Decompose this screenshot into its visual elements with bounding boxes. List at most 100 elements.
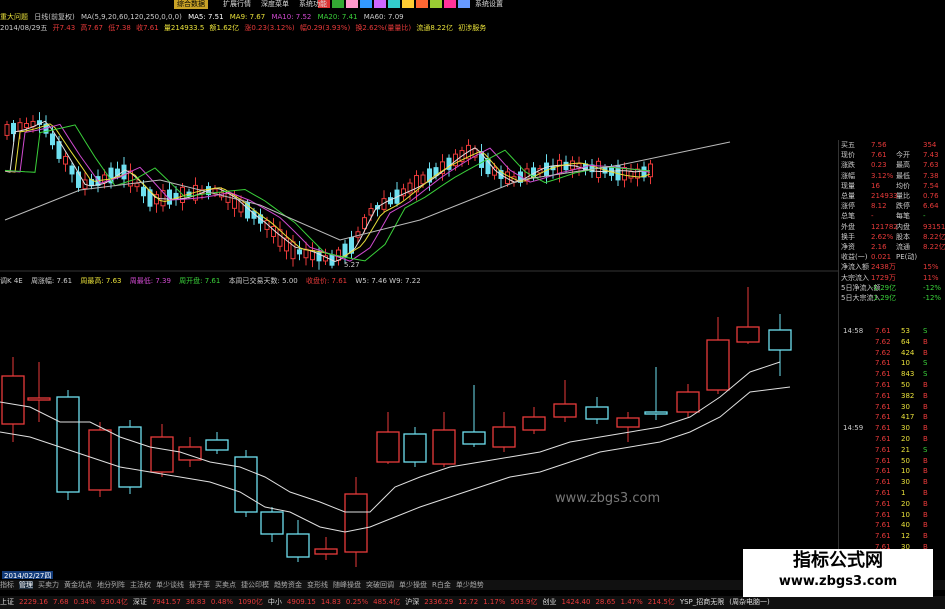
quote-value-2: 7.38 (923, 171, 939, 180)
quote-value-2: 7.54 (923, 181, 939, 190)
tick-price: 7.61 (875, 370, 891, 379)
tick-price: 7.61 (875, 327, 891, 335)
quote-value: 7.56 (871, 141, 887, 149)
indicator-tab[interactable]: 变形线 (307, 581, 328, 589)
quote-value-2: -12% (923, 294, 942, 302)
quote-value: - (871, 212, 874, 221)
toolbar-chip[interactable] (402, 0, 414, 8)
tick-row: 7.61 21 S (841, 445, 944, 455)
quote-label: 现价 (841, 151, 855, 160)
site-watermark-text: www.zbgs3.com (555, 491, 661, 506)
indicator-tab[interactable]: 操子率 (189, 581, 210, 589)
toolbar-button-系统功能[interactable]: 系统功能 (296, 0, 330, 9)
toolbar-chip[interactable] (416, 0, 428, 8)
tick-row: 14:59 7.61 30 B (841, 423, 944, 433)
toolbar-button-系统设置[interactable]: 系统设置 (472, 0, 506, 9)
quote-value-2: -12% (923, 283, 942, 292)
toolbar-chip[interactable] (360, 0, 372, 8)
tick-side: B (923, 510, 928, 519)
quote-row: 总笔 - 每笔 - (841, 211, 944, 221)
quote-row: 涨幅 3.12% 最低 7.38 (841, 171, 944, 181)
indicator-tab[interactable]: 单少操盘 (399, 581, 427, 589)
indicator-tab[interactable]: R白金 (432, 581, 451, 589)
quote-row: 换手 2.62% 股本 8.22亿 (841, 232, 945, 242)
quote-label-2: 今开 (896, 151, 910, 160)
tick-side: B (923, 532, 928, 541)
indicator-tab[interactable]: 买卖力 (38, 581, 59, 589)
quote-label: 现量 (841, 181, 855, 190)
indicator-tab[interactable]: 随峰操盘 (333, 581, 361, 589)
quote-row: 5日大宗流入 -1.29亿 -12% (841, 293, 944, 303)
indicator-tab[interactable]: 地分列阵 (97, 581, 125, 589)
toolbar-button-深度[interactable]: 深度菜单 (258, 0, 292, 9)
quote-label-2: 均价 (896, 181, 910, 190)
quote-row: 净流入额 2438万 15% (841, 262, 944, 272)
toolbar-button-扩展[interactable]: 扩展行情 (220, 0, 254, 9)
toolbar-chip[interactable] (346, 0, 358, 8)
weekly-candle-body (492, 426, 516, 448)
toolbar-chip[interactable] (374, 0, 386, 8)
candle-body (4, 124, 10, 136)
stock-name[interactable]: 重大问题 (0, 13, 28, 21)
candle-body (76, 171, 81, 188)
weekly-candlestick-chart[interactable] (0, 272, 838, 572)
toolbar-chip[interactable] (332, 0, 344, 8)
indicator-tab[interactable]: 捷公印模 (241, 581, 269, 589)
watermark-url: www.zbgs3.com (778, 574, 898, 589)
indicator-tab[interactable]: 突破回调 (366, 581, 394, 589)
ma9-line (4, 123, 651, 258)
quote-label: 大宗流入 (841, 273, 869, 282)
quote-panel: 买五 7.56 354 现价 7.61 今开 7.43 涨跌 0.23 最高 7.63 涨幅 3.12%… (838, 140, 945, 580)
tick-volume: 30 (901, 478, 910, 487)
weekly-candle-body (1, 375, 25, 425)
tick-volume: 50 (901, 381, 910, 389)
quote-value: 2438万 (871, 263, 896, 272)
candle-body (628, 171, 634, 179)
quote-value: -1.29亿 (871, 294, 897, 302)
weekly-candle-body (676, 391, 700, 413)
toolbar-chip[interactable] (388, 0, 400, 8)
indicator-tab[interactable]: 管理 (19, 581, 33, 589)
indicator-tab[interactable]: 指标 (0, 581, 14, 589)
quote-value-2: 8.22亿 (923, 243, 945, 251)
tick-volume: 10 (901, 467, 910, 476)
indicator-tab[interactable]: 单少趋势 (456, 581, 484, 589)
candle-body (50, 133, 55, 146)
tick-volume: 417 (901, 413, 915, 422)
tick-time: 14:59 (843, 424, 864, 433)
quote-value: 2.62% (871, 232, 894, 241)
indicator-tab[interactable]: 黄金坑点 (64, 581, 92, 589)
quote-value-2: 7.63 (923, 161, 939, 170)
status-item: 2336.29 (424, 598, 454, 606)
tick-price: 7.61 (875, 435, 891, 443)
status-item: 0.25% (345, 598, 369, 606)
daily-candles (4, 112, 653, 270)
indicator-tab[interactable]: 单少谈线 (156, 581, 184, 589)
daily-candlestick-chart[interactable]: 5.27 (0, 30, 838, 272)
toolbar-button-综合[interactable]: 综合数据 (174, 0, 208, 9)
status-item: 36.83 (185, 598, 206, 606)
tick-volume: 382 (901, 391, 915, 400)
tick-price: 7.61 (875, 499, 891, 508)
weekly-candle-body (644, 411, 668, 415)
tick-side: B (923, 391, 928, 400)
quote-label-2: 最高 (896, 161, 910, 170)
quote-label-2: 流通 (896, 243, 910, 251)
candle-body (167, 189, 172, 205)
status-item: 0.34% (73, 598, 96, 606)
weekly-candle-body (432, 429, 456, 465)
toolbar-chip[interactable] (430, 0, 442, 8)
weekly-candle-body (314, 548, 338, 555)
status-item: 14.83 (320, 598, 341, 606)
indicator-tab[interactable]: 主法权 (130, 581, 151, 589)
weekly-candle-body (205, 439, 229, 451)
status-item: 创业 (542, 598, 557, 606)
market-status-bar: 上证 2229.16 7.68 0.34% 930.4亿 深证 7941.57 36.83 0.… (0, 596, 945, 609)
indicator-tab[interactable]: 买卖点 (215, 581, 236, 589)
toolbar-chip[interactable] (444, 0, 456, 8)
weekly-candle-body (234, 456, 258, 513)
status-item: 1424.40 (561, 598, 591, 606)
toolbar-chip[interactable] (458, 0, 470, 8)
tick-volume: 10 (901, 510, 910, 519)
indicator-tab[interactable]: 趋势资金 (274, 581, 302, 589)
